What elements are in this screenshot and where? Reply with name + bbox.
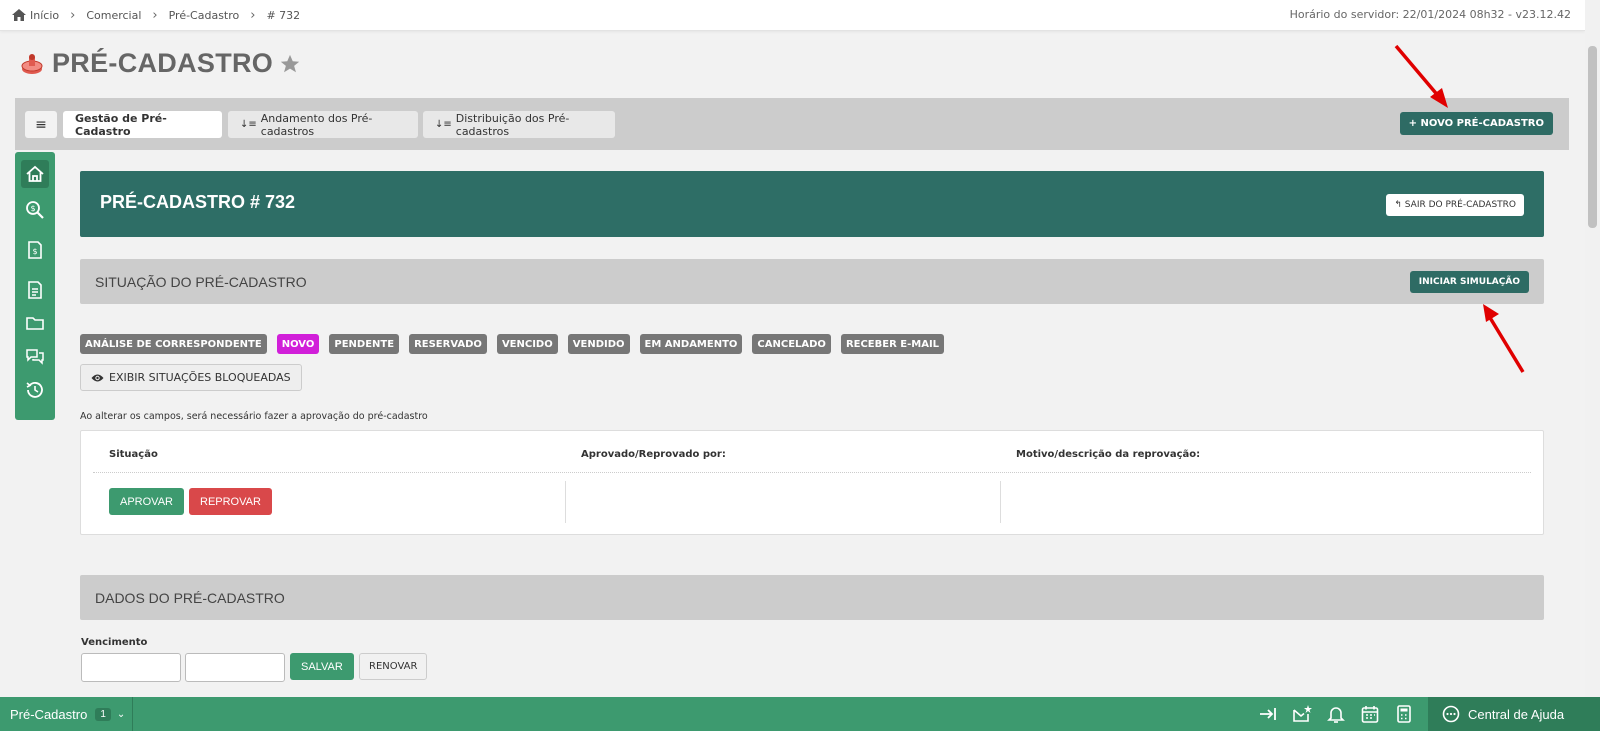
tab-andamento[interactable]: ↓≡ Andamento dos Pré-cadastros [228, 111, 418, 138]
status-badge[interactable]: VENCIDO [496, 334, 558, 354]
menu-toggle-button[interactable]: ≡ [25, 111, 57, 138]
table-divider [93, 472, 1531, 473]
column-header: Situação [109, 449, 158, 460]
renew-button[interactable]: RENOVAR [359, 653, 428, 680]
rail-history[interactable] [21, 376, 49, 404]
status-badge[interactable]: VENDIDO [567, 334, 630, 354]
home-icon [26, 165, 44, 182]
status-badge[interactable]: ANÁLISE DE CORRESPONDENTE [80, 334, 267, 354]
show-blocked-statuses-button[interactable]: EXIBIR SITUAÇÕES BLOQUEADAS [80, 364, 302, 391]
favorite-star-icon[interactable] [279, 53, 301, 75]
column-divider [1000, 481, 1001, 523]
svg-text:$: $ [30, 204, 35, 213]
tab-gestao[interactable]: Gestão de Pré-Cadastro [63, 111, 222, 138]
section-title: DADOS DO PRÉ-CADASTRO [95, 590, 285, 606]
breadcrumb-comercial[interactable]: Comercial [86, 9, 141, 22]
calculator-icon[interactable] [1394, 704, 1414, 724]
server-time: Horário do servidor: 22/01/2024 08h32 - … [1289, 8, 1571, 21]
chevron-right-icon: › [152, 7, 158, 23]
rail-folder[interactable] [21, 309, 49, 337]
approve-button[interactable]: APROVAR [109, 488, 184, 515]
chevron-right-icon: › [250, 7, 256, 23]
pre-cadastro-header: PRÉ-CADASTRO # 732 ↰ SAIR DO PRÉ-CADASTR… [80, 171, 1544, 237]
status-badge[interactable]: RESERVADO [409, 334, 487, 354]
button-label: EXIBIR SITUAÇÕES BLOQUEADAS [109, 371, 291, 384]
tab-distribuicao[interactable]: ↓≡ Distribuição dos Pré-cadastros [423, 111, 615, 138]
bell-icon[interactable] [1326, 704, 1346, 724]
module-switcher[interactable]: Pré-Cadastro 1 ⌄ [0, 697, 133, 731]
exit-pre-cadastro-button[interactable]: ↰ SAIR DO PRÉ-CADASTRO [1386, 194, 1524, 216]
approval-table: Situação Aprovado/Reprovado por: Motivo/… [80, 430, 1544, 535]
help-chat-icon [1442, 705, 1460, 723]
help-center-label: Central de Ajuda [1468, 706, 1565, 722]
side-icon-rail: $ $ [15, 152, 55, 420]
svg-text:$: $ [32, 247, 37, 256]
module-count-badge: 1 [95, 707, 111, 721]
bottom-bar: Pré-Cadastro 1 ⌄ Central de Ajuda [0, 697, 1600, 731]
status-badges: ANÁLISE DE CORRESPONDENTE NOVO PENDENTE … [80, 334, 954, 354]
breadcrumb: Início › Comercial › Pré-Cadastro › # 73… [12, 8, 300, 23]
sort-icon: ↓≡ [240, 119, 257, 130]
scrollbar-thumb[interactable] [1588, 46, 1597, 228]
bottom-toolbar-icons [1244, 704, 1414, 724]
document-icon [28, 281, 42, 299]
section-title: SITUAÇÃO DO PRÉ-CADASTRO [95, 274, 307, 290]
annotation-arrow-icon [1483, 304, 1525, 373]
status-badge[interactable]: CANCELADO [752, 334, 831, 354]
dados-section-header: DADOS DO PRÉ-CADASTRO [80, 575, 1544, 620]
vencimento-label: Vencimento [81, 637, 148, 648]
page-scrollbar[interactable] [1585, 0, 1600, 697]
rail-finance-search[interactable]: $ [21, 196, 49, 224]
invoice-icon: $ [28, 241, 42, 259]
rail-invoice[interactable]: $ [21, 236, 49, 264]
start-simulation-button[interactable]: INICIAR SIMULAÇÃO [1409, 271, 1529, 293]
eye-icon [91, 374, 104, 381]
history-icon [26, 382, 43, 398]
new-pre-cadastro-button[interactable]: + NOVO PRÉ-CADASTRO [1399, 112, 1553, 135]
money-search-icon: $ [26, 201, 44, 219]
status-badge[interactable]: PENDENTE [329, 334, 400, 354]
help-center-button[interactable]: Central de Ajuda [1428, 697, 1600, 731]
rail-chat[interactable] [21, 342, 49, 370]
module-logo-icon [21, 53, 43, 74]
rail-home[interactable] [21, 160, 49, 188]
situacao-section-header: SITUAÇÃO DO PRÉ-CADASTRO INICIAR SIMULAÇ… [80, 259, 1544, 304]
sort-icon: ↓≡ [435, 119, 452, 130]
breadcrumb-pre-cadastro[interactable]: Pré-Cadastro [169, 9, 240, 22]
chevron-right-icon: › [70, 7, 76, 23]
home-icon [12, 9, 26, 21]
tab-label: Distribuição dos Pré-cadastros [455, 111, 570, 138]
tab-label: Andamento dos Pré-cadastros [260, 111, 373, 138]
top-bar: Início › Comercial › Pré-Cadastro › # 73… [0, 0, 1585, 31]
status-badge[interactable]: RECEBER E-MAIL [840, 334, 945, 354]
annotation-arrow-icon [1394, 44, 1448, 108]
breadcrumb-current: # 732 [266, 8, 301, 22]
folder-icon [26, 317, 44, 330]
rail-document[interactable] [21, 276, 49, 304]
tabs-bar: ≡ Gestão de Pré-Cadastro ↓≡ Andamento dos… [15, 98, 1569, 150]
collapse-right-icon[interactable] [1258, 704, 1278, 724]
reject-button[interactable]: REPROVAR [189, 488, 272, 515]
breadcrumb-home[interactable]: Início [30, 9, 59, 22]
tab-label: Gestão de Pré-Cadastro [75, 111, 167, 138]
column-header: Aprovado/Reprovado por: [581, 449, 726, 460]
save-button[interactable]: SALVAR [290, 653, 354, 680]
vencimento-time-input[interactable] [185, 653, 285, 682]
module-name: Pré-Cadastro [10, 706, 88, 722]
page-title-row: PRÉ-CADASTRO [20, 48, 301, 79]
pre-cadastro-title: PRÉ-CADASTRO # 732 [100, 192, 296, 212]
status-badge[interactable]: EM ANDAMENTO [639, 334, 743, 354]
chat-icon [26, 349, 44, 365]
status-badge-active[interactable]: NOVO [276, 334, 320, 354]
vencimento-date-input[interactable] [81, 653, 181, 682]
page-title: PRÉ-CADASTRO [52, 48, 274, 78]
calendar-icon[interactable] [1360, 704, 1380, 724]
approval-note: Ao alterar os campos, será necessário fa… [80, 411, 428, 422]
chevron-down-icon: ⌄ [116, 708, 126, 720]
column-divider [565, 481, 566, 523]
column-header: Motivo/descrição da reprovação: [1016, 449, 1201, 460]
mail-star-icon[interactable] [1292, 704, 1312, 724]
